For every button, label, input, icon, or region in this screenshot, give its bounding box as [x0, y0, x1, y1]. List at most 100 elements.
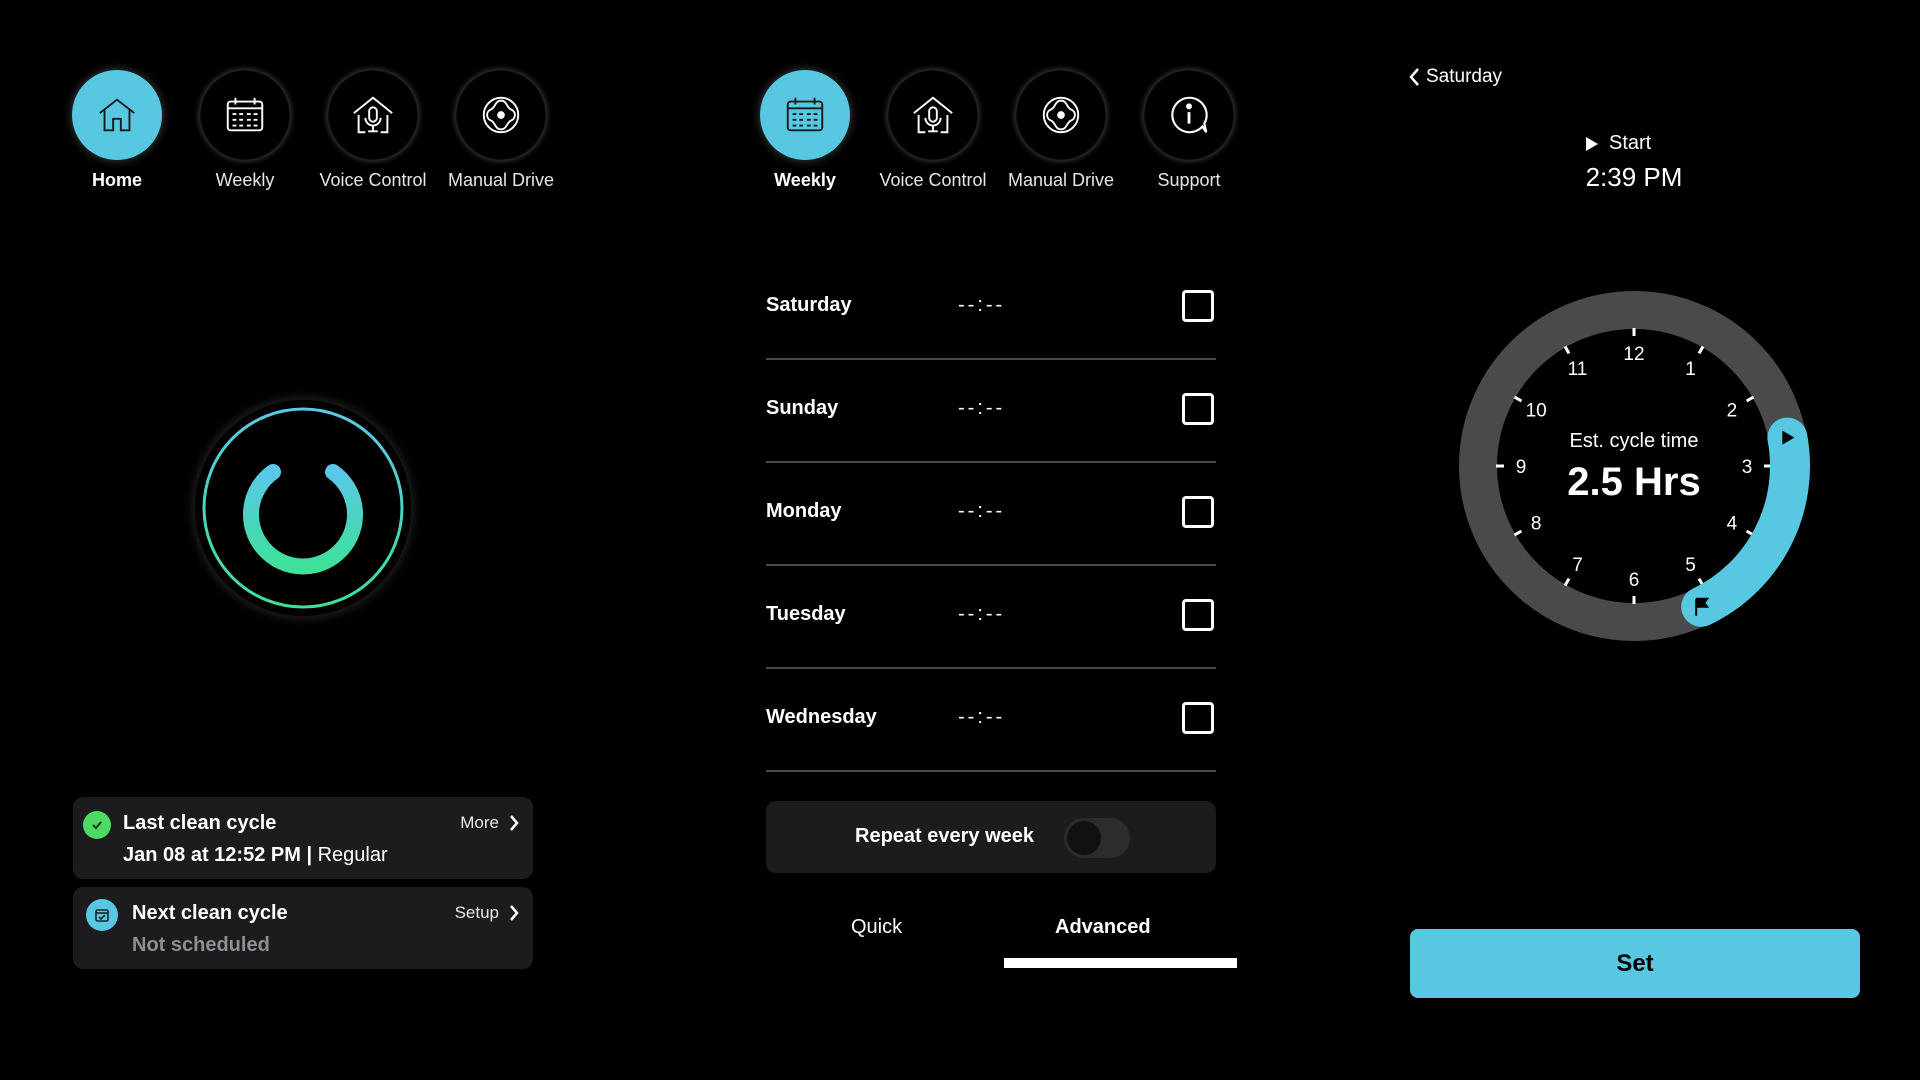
day-time[interactable]: --:--	[958, 706, 1005, 729]
chevron-right-icon	[510, 815, 519, 831]
day-time[interactable]: --:--	[958, 397, 1005, 420]
day-checkbox[interactable]	[1182, 702, 1214, 734]
last-cycle-title: Last clean cycle	[123, 812, 277, 834]
day-row-tuesday[interactable]: Tuesday --:--	[766, 566, 1216, 669]
nav-home[interactable]: Home	[57, 70, 177, 191]
play-icon	[1586, 136, 1598, 151]
next-cycle-status: Not scheduled	[132, 934, 270, 956]
more-button[interactable]: More	[460, 813, 519, 833]
clock-number: 2	[1727, 401, 1738, 422]
clock-tick	[1697, 345, 1705, 355]
nav-support-circle[interactable]	[1144, 70, 1234, 160]
clock-number: 1	[1685, 359, 1696, 380]
nav-weekly-label: Weekly	[774, 170, 836, 190]
tab-quick[interactable]: Quick	[851, 916, 902, 939]
start-label-row: Start	[1585, 132, 1651, 155]
nav-support[interactable]: Support	[1129, 70, 1249, 191]
calendar-icon	[226, 97, 264, 132]
toggle-knob	[1067, 821, 1101, 855]
last-cycle-separator: |	[306, 844, 313, 866]
power-button[interactable]	[195, 400, 411, 616]
nav-manual-circle[interactable]	[1016, 70, 1106, 160]
dpad-icon	[1042, 96, 1080, 134]
day-name: Monday	[766, 500, 842, 522]
clock-tick	[1513, 395, 1523, 403]
day-checkbox[interactable]	[1182, 599, 1214, 631]
day-row-saturday[interactable]: Saturday --:--	[766, 257, 1216, 360]
repeat-toggle[interactable]	[1064, 818, 1130, 858]
est-cycle-value: 2.5 Hrs	[1567, 460, 1700, 504]
day-time[interactable]: --:--	[958, 294, 1005, 317]
clock-tick	[1563, 345, 1571, 355]
nav-manual-label: Manual Drive	[1007, 170, 1115, 190]
day-name: Sunday	[766, 397, 839, 419]
voice-home-icon	[353, 96, 393, 134]
nav-weekly-active[interactable]: Weekly	[745, 70, 865, 191]
setup-label: Setup	[454, 903, 499, 922]
last-cycle-mode: Regular	[317, 844, 388, 866]
day-name: Saturday	[766, 294, 852, 316]
start-label: Start	[1609, 132, 1652, 154]
repeat-label: Repeat every week	[855, 825, 1035, 847]
nav-weekly-circle[interactable]	[200, 70, 290, 160]
nav-weekly-circle[interactable]	[760, 70, 850, 160]
cycle-clock[interactable]: 121234567891011 Est. cycle time 2.5 Hrs	[1434, 266, 1834, 666]
clock-number: 10	[1526, 401, 1547, 422]
setup-button[interactable]: Setup	[455, 903, 519, 923]
chevron-right-icon	[510, 905, 519, 921]
nav-support-label: Support	[1157, 170, 1221, 190]
clock-number: 9	[1516, 457, 1527, 478]
clock-tick	[1563, 577, 1571, 587]
nav-weekly-label: Weekly	[215, 170, 275, 190]
nav-home-label: Home	[91, 170, 142, 190]
set-button[interactable]: Set	[1410, 929, 1860, 998]
clock-number: 5	[1685, 555, 1696, 576]
start-time: 2:39 PM	[1585, 162, 1683, 192]
nav-weekly[interactable]: Weekly	[185, 70, 305, 191]
home-panel: Home Weekly Voice Control Manual Drive L…	[0, 0, 600, 1080]
tab-advanced[interactable]: Advanced	[1055, 916, 1151, 939]
nav-home-circle[interactable]	[72, 70, 162, 160]
clock-number: 3	[1742, 457, 1753, 478]
power-icon	[202, 407, 404, 609]
est-cycle-label: Est. cycle time	[1570, 430, 1699, 452]
calendar-icon	[786, 97, 824, 132]
nav-manual-drive[interactable]: Manual Drive	[1001, 70, 1121, 191]
nav-manual-label: Manual Drive	[447, 170, 555, 190]
day-row-sunday[interactable]: Sunday --:--	[766, 360, 1216, 463]
day-name: Wednesday	[766, 706, 877, 728]
chevron-left-icon	[1409, 68, 1419, 86]
day-time[interactable]: --:--	[958, 500, 1005, 523]
day-row-monday[interactable]: Monday --:--	[766, 463, 1216, 566]
clock-tick	[1745, 395, 1755, 403]
clock-tick	[1513, 529, 1523, 537]
more-label: More	[460, 813, 499, 832]
calendar-check-icon	[86, 899, 118, 931]
back-button[interactable]: Saturday	[1408, 66, 1502, 88]
day-checkbox[interactable]	[1182, 393, 1214, 425]
day-time[interactable]: --:--	[958, 603, 1005, 626]
last-clean-cycle-card: Last clean cycle Jan 08 at 12:52 PM | Re…	[73, 797, 533, 879]
nav-manual-circle[interactable]	[456, 70, 546, 160]
day-name: Tuesday	[766, 603, 846, 625]
nav-voice-control[interactable]: Voice Control	[313, 70, 433, 191]
day-checkbox[interactable]	[1182, 496, 1214, 528]
repeat-every-week-row: Repeat every week	[766, 801, 1216, 873]
clock-number: 7	[1572, 555, 1583, 576]
nav-voice-circle[interactable]	[328, 70, 418, 160]
nav-voice-label: Voice Control	[879, 170, 987, 190]
last-cycle-date: Jan 08 at 12:52 PM	[123, 844, 301, 866]
day-checkbox[interactable]	[1182, 290, 1214, 322]
clock-number: 8	[1531, 514, 1542, 535]
nav-voice-label: Voice Control	[319, 170, 427, 190]
voice-home-icon	[913, 96, 953, 134]
clock-number: 11	[1568, 359, 1588, 380]
info-chat-icon	[1171, 96, 1208, 134]
nav-voice-circle[interactable]	[888, 70, 978, 160]
next-clean-cycle-card: Next clean cycle Not scheduled Setup	[73, 887, 533, 969]
home-icon	[99, 98, 135, 132]
day-row-wednesday[interactable]: Wednesday --:--	[766, 669, 1216, 772]
last-cycle-details: Jan 08 at 12:52 PM | Regular	[123, 844, 388, 867]
nav-voice-control[interactable]: Voice Control	[873, 70, 993, 191]
nav-manual-drive[interactable]: Manual Drive	[441, 70, 561, 191]
